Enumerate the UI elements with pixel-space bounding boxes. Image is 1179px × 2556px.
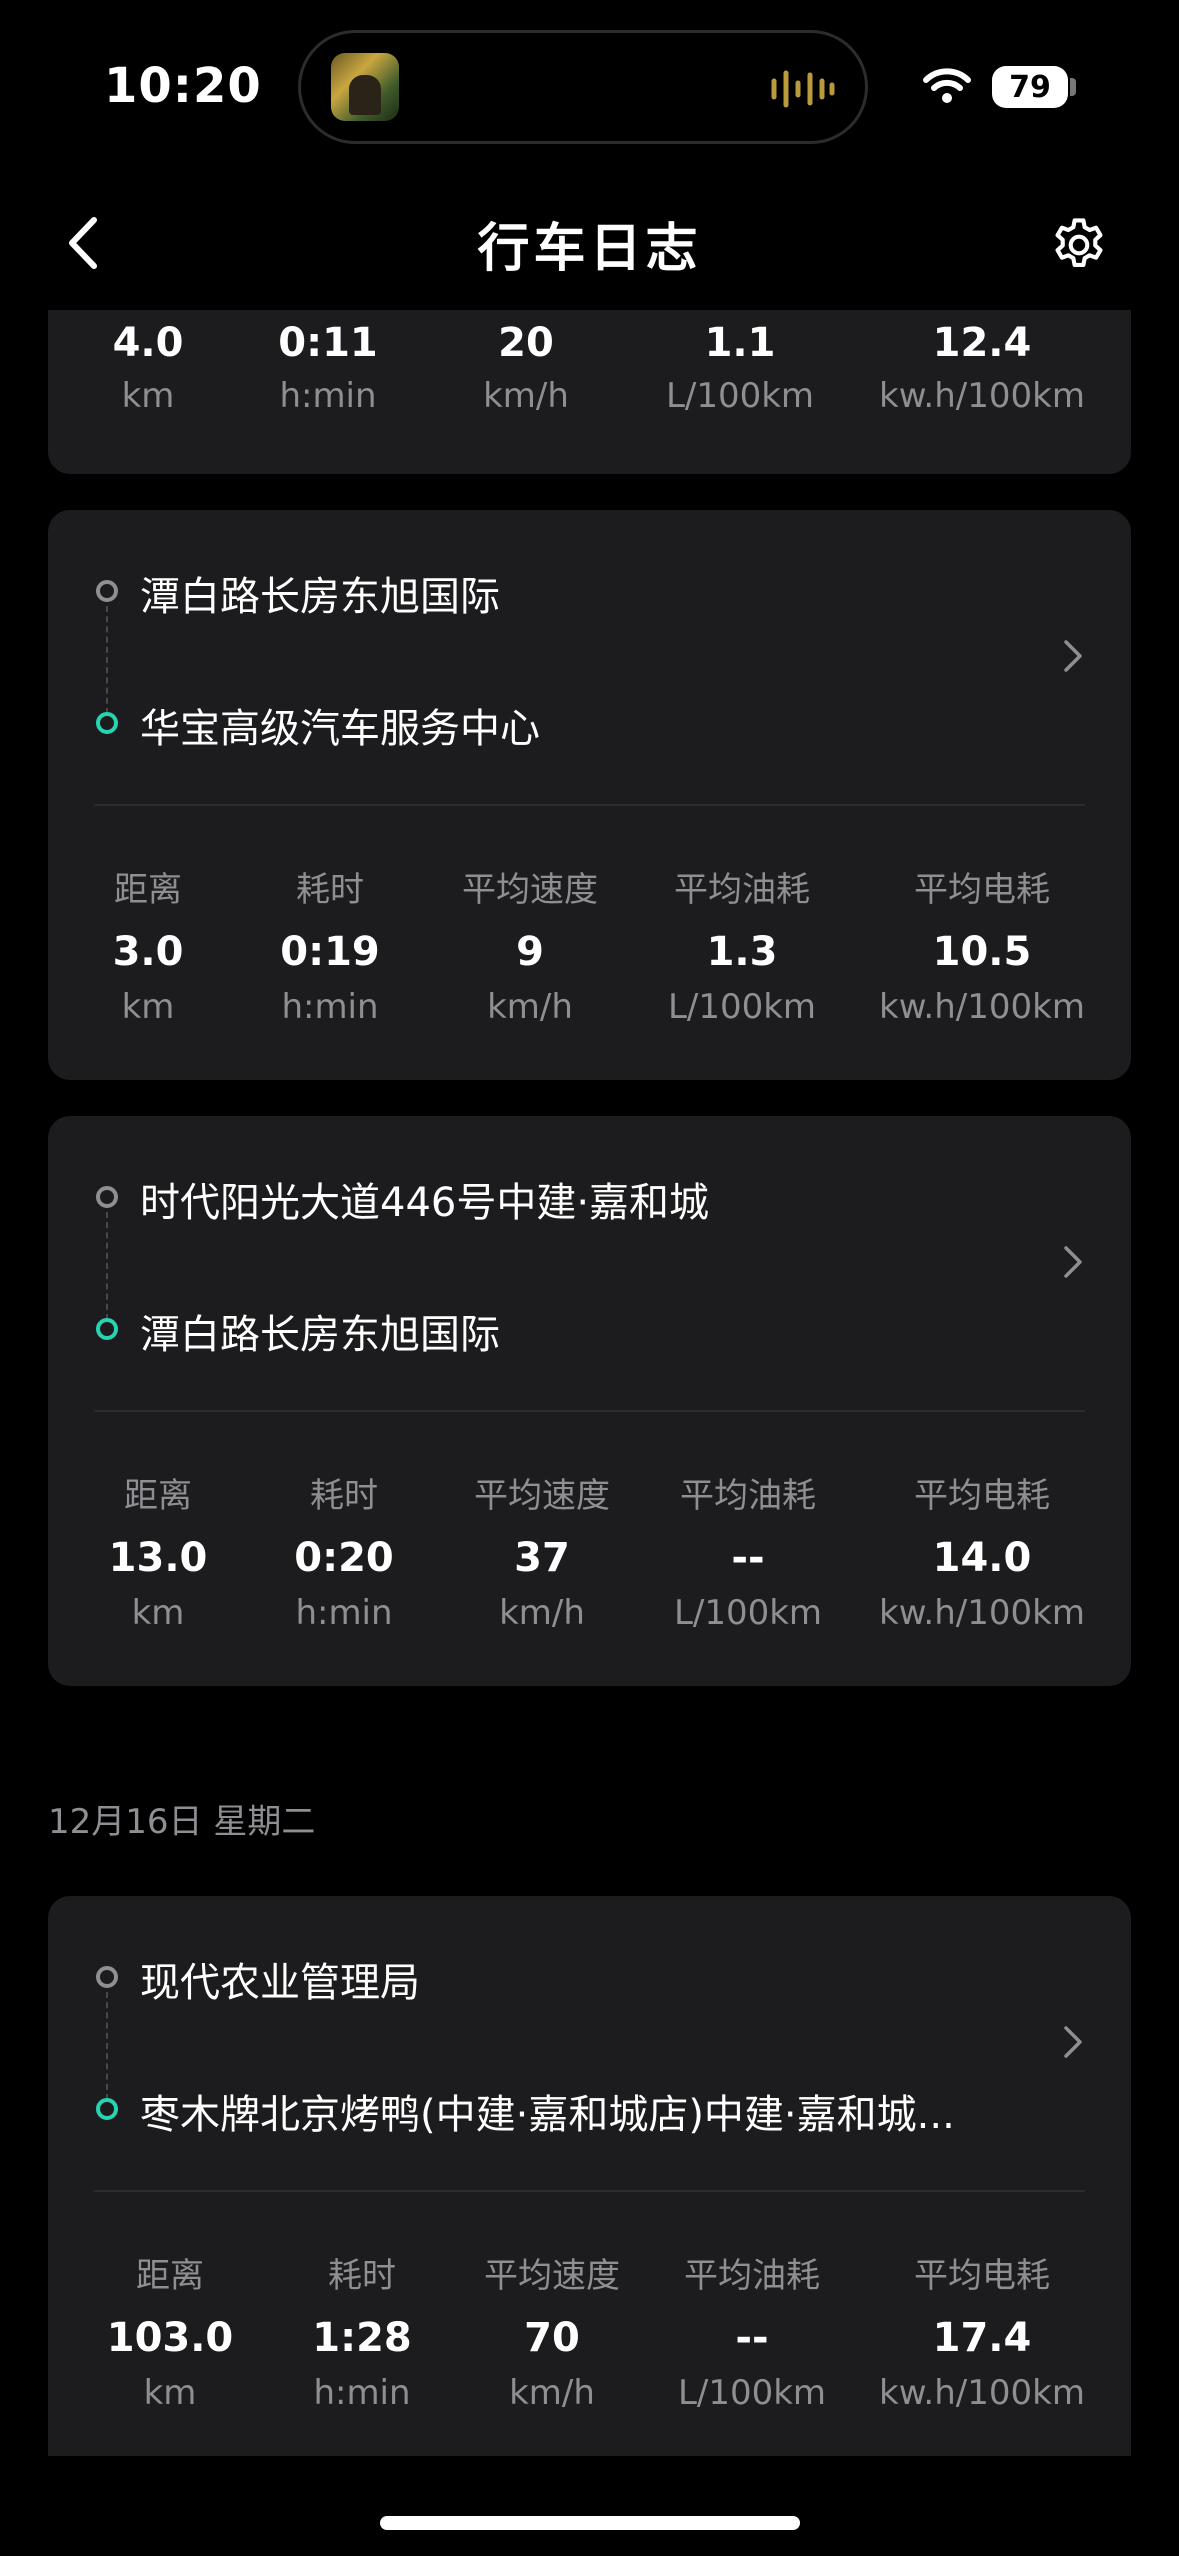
distance-value: 103.0 <box>106 2315 234 2361</box>
now-playing-artwork[interactable] <box>331 53 399 121</box>
avg-speed-label: 平均速度 <box>484 2256 620 2296</box>
trip-card[interactable]: 时代阳光大道446号中建·嘉和城 潭白路长房东旭国际 距离 13.0 km 耗时… <box>48 1116 1131 1686</box>
avg-speed-value: 37 <box>514 1535 570 1581</box>
avg-fuel-value: 1.3 <box>706 929 778 975</box>
duration-label: 耗时 <box>328 2256 396 2296</box>
status-time: 10:20 <box>104 58 262 114</box>
start-point-icon <box>96 1966 118 1988</box>
distance-label: 距离 <box>136 2256 204 2296</box>
distance-unit: km <box>143 2373 197 2413</box>
avg-fuel-label: 平均油耗 <box>673 870 810 910</box>
duration-value: 0:11 <box>278 320 378 366</box>
route-connector <box>106 1212 108 1320</box>
avg-speed-unit: km/h <box>483 376 569 416</box>
end-location: 华宝高级汽车服务中心 <box>140 706 540 752</box>
wifi-icon <box>923 68 971 103</box>
chevron-right-icon[interactable] <box>1062 2024 1084 2060</box>
start-point-icon <box>96 1186 118 1208</box>
distance-label: 距离 <box>113 870 182 910</box>
divider <box>94 2190 1085 2192</box>
trip-card[interactable]: 潭白路长房东旭国际 华宝高级汽车服务中心 距离 3.0 km 耗时 0:19 h… <box>48 510 1131 1080</box>
end-point-icon <box>96 1318 118 1340</box>
page-title: 行车日志 <box>477 219 702 279</box>
start-location: 时代阳光大道446号中建·嘉和城 <box>140 1180 710 1226</box>
avg-electric-label: 平均电耗 <box>914 870 1050 910</box>
start-location: 现代农业管理局 <box>140 1960 420 2006</box>
gear-icon[interactable] <box>1048 214 1110 276</box>
audio-waveform-icon <box>771 70 835 108</box>
date-header: 12月16日 星期二 <box>48 1802 316 1842</box>
avg-electric-label: 平均电耗 <box>914 1476 1050 1516</box>
distance-label: 距离 <box>123 1476 192 1516</box>
avg-electric-value: 14.0 <box>932 1535 1032 1581</box>
end-point-icon <box>96 2098 118 2120</box>
avg-fuel-value: 1.1 <box>704 320 776 366</box>
duration-value: 1:28 <box>312 2315 412 2361</box>
avg-fuel-value: -- <box>731 1535 765 1581</box>
battery-tip <box>1070 78 1076 96</box>
distance-value: 13.0 <box>108 1535 208 1581</box>
divider <box>94 1410 1085 1412</box>
dynamic-island[interactable] <box>298 30 868 144</box>
duration-unit: h:min <box>295 1593 393 1633</box>
avg-electric-value: 10.5 <box>932 929 1032 975</box>
distance-unit: km <box>131 1593 185 1633</box>
avg-fuel-label: 平均油耗 <box>683 2256 820 2296</box>
distance-unit: km <box>121 376 175 416</box>
start-location: 潭白路长房东旭国际 <box>140 574 500 620</box>
duration-value: 0:20 <box>294 1535 394 1581</box>
battery-indicator: 79 <box>992 66 1068 108</box>
avg-speed-unit: km/h <box>509 2373 595 2413</box>
avg-speed-unit: km/h <box>499 1593 585 1633</box>
distance-value: 3.0 <box>112 929 184 975</box>
avg-fuel-unit: L/100km <box>673 1593 823 1633</box>
end-point-icon <box>96 712 118 734</box>
avg-electric-value: 12.4 <box>932 320 1032 366</box>
route-connector <box>106 1992 108 2100</box>
duration-unit: h:min <box>279 376 377 416</box>
duration-unit: h:min <box>281 987 379 1027</box>
avg-electric-unit: kw.h/100km <box>879 1593 1085 1633</box>
avg-fuel-value: -- <box>735 2315 769 2361</box>
avg-fuel-label: 平均油耗 <box>679 1476 816 1516</box>
start-point-icon <box>96 580 118 602</box>
avg-fuel-unit: L/100km <box>667 987 817 1027</box>
avg-fuel-unit: L/100km <box>665 376 815 416</box>
divider <box>94 804 1085 806</box>
avg-electric-unit: kw.h/100km <box>879 376 1085 416</box>
end-location: 枣木牌北京烤鸭(中建·嘉和城店)中建·嘉和城... <box>140 2092 955 2138</box>
avg-fuel-unit: L/100km <box>677 2373 827 2413</box>
avg-electric-label: 平均电耗 <box>914 2256 1050 2296</box>
duration-label: 耗时 <box>310 1476 378 1516</box>
avg-speed-value: 20 <box>498 320 554 366</box>
avg-speed-value: 70 <box>524 2315 580 2361</box>
avg-speed-value: 9 <box>516 929 544 975</box>
avg-electric-unit: kw.h/100km <box>879 2373 1085 2413</box>
end-location: 潭白路长房东旭国际 <box>140 1312 500 1358</box>
avg-electric-value: 17.4 <box>932 2315 1032 2361</box>
duration-unit: h:min <box>313 2373 411 2413</box>
avg-speed-label: 平均速度 <box>474 1476 610 1516</box>
home-indicator[interactable] <box>380 2516 800 2530</box>
trip-card[interactable]: 现代农业管理局 枣木牌北京烤鸭(中建·嘉和城店)中建·嘉和城... 距离 103… <box>48 1896 1131 2456</box>
route-connector <box>106 606 108 714</box>
trip-card-partial[interactable]: 4.0 km 0:11 h:min 20 km/h 1.1 L/100km 12… <box>48 310 1131 474</box>
chevron-right-icon[interactable] <box>1062 638 1084 674</box>
distance-unit: km <box>121 987 175 1027</box>
avg-speed-unit: km/h <box>487 987 573 1027</box>
chevron-right-icon[interactable] <box>1062 1244 1084 1280</box>
avg-electric-unit: kw.h/100km <box>879 987 1085 1027</box>
duration-value: 0:19 <box>280 929 380 975</box>
distance-value: 4.0 <box>112 320 184 366</box>
avg-speed-label: 平均速度 <box>462 870 598 910</box>
duration-label: 耗时 <box>296 870 364 910</box>
